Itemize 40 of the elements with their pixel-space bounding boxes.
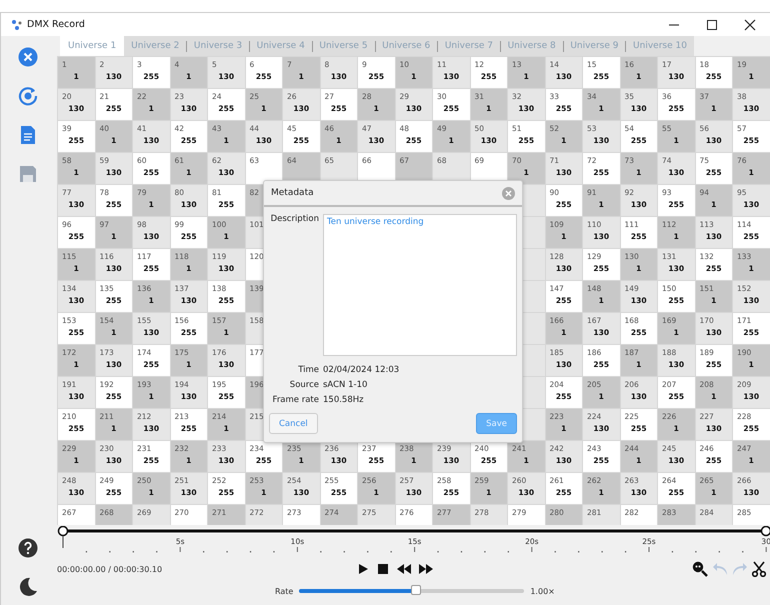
universe-tab[interactable]: Universe 5 [312, 36, 375, 56]
record-icon[interactable] [18, 86, 38, 106]
universe-tab[interactable]: Universe 6 [375, 36, 438, 56]
dialog-title: Metadata [271, 188, 314, 198]
close-icon[interactable] [744, 18, 756, 30]
description-field[interactable]: Ten universe recording [323, 214, 517, 356]
field-label: Frame rate [272, 395, 319, 405]
document-icon[interactable] [18, 125, 38, 145]
save-button[interactable]: Save [476, 413, 517, 434]
stop-icon[interactable] [377, 563, 389, 575]
rate-label: Rate [275, 586, 294, 596]
universe-tab[interactable]: Universe 2 [124, 36, 186, 56]
zoom-icon[interactable] [692, 561, 708, 577]
field-label: Time [297, 365, 319, 375]
field-value: sACN 1-10 [323, 380, 368, 390]
universe-tab[interactable]: Universe 1 [60, 36, 124, 56]
field-value: 02/04/2024 12:03 [323, 365, 400, 375]
scissors-icon[interactable] [752, 561, 766, 577]
rate-reading: 1.00× [530, 586, 555, 596]
close-circle-icon[interactable] [18, 47, 38, 67]
time-readout: 00:00:00.00 / 00:00:30.10 [57, 564, 164, 574]
universe-tab[interactable]: Universe 3 [186, 36, 250, 56]
timeline-range-slider[interactable] [58, 526, 770, 536]
universe-tab[interactable]: Universe 7 [438, 36, 500, 56]
description-label: Description [270, 214, 319, 226]
cancel-button[interactable]: Cancel [269, 413, 318, 434]
moon-icon[interactable] [18, 577, 38, 597]
universe-tab[interactable]: Universe 4 [250, 36, 312, 56]
field-label: Source [288, 380, 319, 390]
universe-tab[interactable]: Universe 8 [500, 36, 563, 56]
app-icon [11, 18, 23, 30]
maximize-icon[interactable] [706, 18, 718, 30]
fast-forward-icon[interactable] [419, 564, 433, 574]
window-title: DMX Record [27, 19, 85, 30]
play-icon[interactable] [357, 563, 369, 575]
field-value: 150.58Hz [323, 395, 364, 405]
universe-tab[interactable]: Universe 9 [563, 36, 626, 56]
help-icon[interactable] [18, 538, 38, 558]
rewind-icon[interactable] [397, 564, 411, 574]
universe-tab[interactable]: Universe 10 [626, 36, 694, 56]
